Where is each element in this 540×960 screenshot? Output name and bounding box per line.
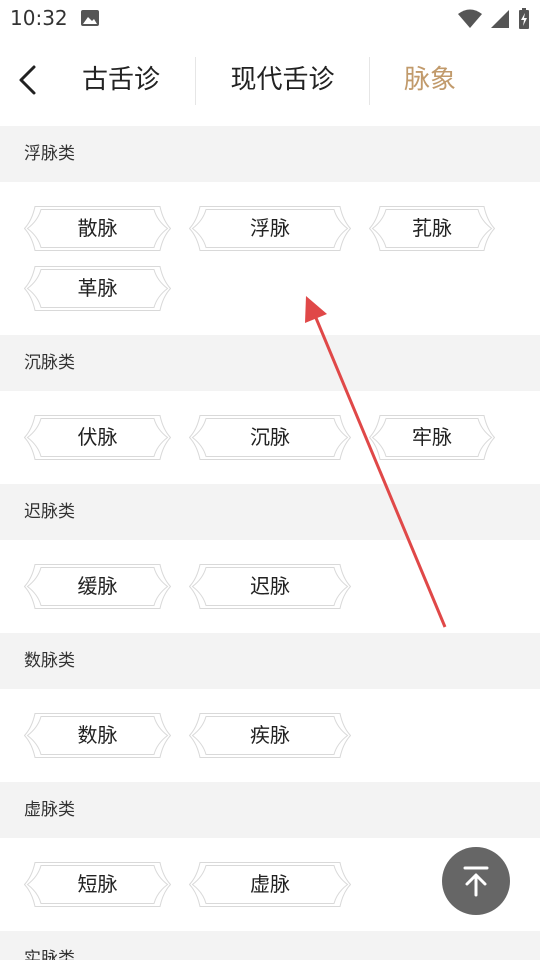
pulse-tag[interactable]: 疾脉 <box>189 713 351 758</box>
category-body: 缓脉 迟脉 <box>0 540 540 633</box>
tab-ancient-tongue-diagnosis[interactable]: 古舌诊 <box>71 60 171 100</box>
tab-modern-tongue-diagnosis[interactable]: 现代舌诊 <box>220 60 345 100</box>
tab-pulse[interactable]: 脉象 <box>395 60 465 100</box>
category-header: 数脉类 <box>0 633 540 689</box>
category-header: 沉脉类 <box>0 335 540 391</box>
pulse-category-list[interactable]: 浮脉类 散脉 浮脉 芤脉 革脉 沉脉类 伏脉 沉脉 牢脉 迟脉类 缓脉 迟脉 数… <box>0 126 540 960</box>
status-icons <box>458 8 530 30</box>
category-header: 迟脉类 <box>0 484 540 540</box>
back-to-top-button[interactable] <box>442 847 510 915</box>
pulse-tag[interactable]: 散脉 <box>24 206 171 251</box>
pulse-tag[interactable]: 缓脉 <box>24 564 171 609</box>
pulse-tag[interactable]: 沉脉 <box>189 415 351 460</box>
nav-divider <box>369 57 370 105</box>
pulse-tag[interactable]: 革脉 <box>24 266 171 311</box>
battery-charging-icon <box>519 8 529 29</box>
cell-signal-icon <box>491 10 509 28</box>
image-notification-icon <box>81 10 99 26</box>
pulse-tag[interactable]: 浮脉 <box>189 206 351 251</box>
pulse-tag[interactable]: 短脉 <box>24 862 171 907</box>
pulse-tag[interactable]: 迟脉 <box>189 564 351 609</box>
category-body: 伏脉 沉脉 牢脉 <box>0 391 540 484</box>
nav-divider <box>195 57 196 105</box>
top-nav: 古舌诊 现代舌诊 脉象 <box>0 36 540 126</box>
pulse-tag[interactable]: 芤脉 <box>369 206 495 251</box>
status-bar: 10:32 <box>0 0 540 36</box>
pulse-tag[interactable]: 数脉 <box>24 713 171 758</box>
pulse-tag[interactable]: 伏脉 <box>24 415 171 460</box>
wifi-icon <box>458 9 482 28</box>
arrow-up-to-top-icon <box>463 866 489 897</box>
pulse-tag[interactable]: 虚脉 <box>189 862 351 907</box>
category-body: 数脉 疾脉 <box>0 689 540 782</box>
status-time: 10:32 <box>10 6 68 30</box>
category-header: 虚脉类 <box>0 782 540 838</box>
category-header: 浮脉类 <box>0 126 540 182</box>
back-icon[interactable] <box>14 62 44 98</box>
category-header: 实脉类 <box>0 931 540 960</box>
category-body: 散脉 浮脉 芤脉 革脉 <box>0 182 540 335</box>
pulse-tag[interactable]: 牢脉 <box>369 415 495 460</box>
